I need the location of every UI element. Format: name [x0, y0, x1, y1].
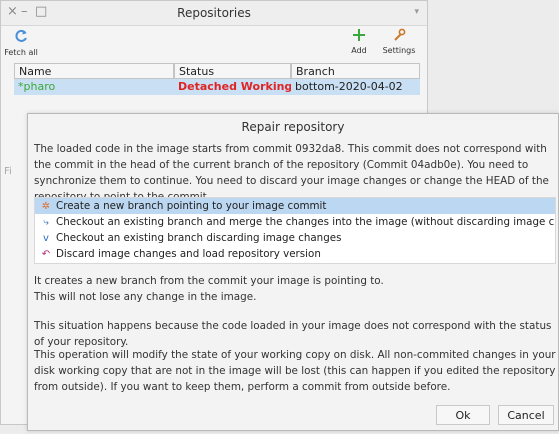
table-header: Name Status Branch	[14, 63, 420, 79]
table-row[interactable]: *pharo Detached Working Copy bottom-2020…	[14, 79, 420, 95]
title-bar: × – □ Repositories ▾	[1, 1, 427, 26]
window-title: Repositories	[177, 6, 251, 20]
option-explanation-line-2: This will not lose any change in the ima…	[34, 291, 257, 303]
add-label: Add	[351, 46, 367, 55]
toolbar: Fetch all Add Settings	[1, 26, 427, 61]
dialog-title: Repair repository	[241, 120, 345, 134]
repositories-table: Name Status Branch *pharo Detached Worki…	[14, 63, 420, 95]
repo-status: Detached Working Copy	[178, 80, 291, 93]
column-header-branch[interactable]: Branch	[291, 63, 420, 79]
option-discard-changes[interactable]: ↶ Discard image changes and load reposito…	[35, 246, 555, 262]
option-checkout-merge[interactable]: ⤷ Checkout an existing branch and merge t…	[35, 214, 555, 230]
option-explanation-line-1: It creates a new branch from the commit …	[34, 275, 384, 287]
repair-options-list: ✲ Create a new branch pointing to your im…	[34, 197, 556, 264]
add-button[interactable]: Add	[339, 28, 379, 56]
obscured-label: Fi	[4, 166, 12, 177]
option-label: Create a new branch pointing to your ima…	[56, 200, 327, 212]
option-checkout-discard[interactable]: ⅴ Checkout an existing branch discarding …	[35, 230, 555, 246]
warning-text: This operation will modify the state of …	[34, 349, 556, 393]
discard-icon: ↶	[41, 249, 51, 260]
branch-new-icon: ✲	[41, 201, 51, 212]
plus-icon	[339, 28, 379, 46]
dialog-description: The loaded code in the image starts from…	[34, 143, 549, 203]
option-label: Discard image changes and load repositor…	[56, 248, 321, 260]
option-explanation: It creates a new branch from the commit …	[34, 273, 556, 305]
column-header-name[interactable]: Name	[14, 63, 174, 79]
option-create-branch[interactable]: ✲ Create a new branch pointing to your im…	[35, 198, 555, 214]
repair-repository-dialog: Repair repository The loaded code in the…	[27, 113, 559, 431]
fetch-all-label: Fetch all	[4, 48, 38, 57]
window-menu-icon[interactable]: ▾	[414, 7, 419, 17]
merge-icon: ⤷	[43, 217, 49, 228]
ok-button[interactable]: Ok	[436, 405, 490, 425]
option-label: Checkout an existing branch discarding i…	[56, 232, 342, 244]
situation-text: This situation happens because the code …	[34, 320, 552, 348]
repo-name: *pharo	[18, 80, 56, 93]
settings-label: Settings	[382, 46, 416, 55]
refresh-icon	[1, 28, 41, 48]
settings-button[interactable]: Settings	[379, 28, 419, 56]
cancel-button[interactable]: Cancel	[498, 405, 554, 425]
option-label: Checkout an existing branch and merge th…	[56, 216, 555, 228]
repo-branch: bottom-2020-04-02	[295, 80, 403, 93]
column-header-status[interactable]: Status	[174, 63, 291, 79]
checkout-icon: ⅴ	[43, 233, 49, 244]
fetch-all-button[interactable]: Fetch all	[1, 28, 41, 58]
wrench-icon	[379, 28, 419, 46]
